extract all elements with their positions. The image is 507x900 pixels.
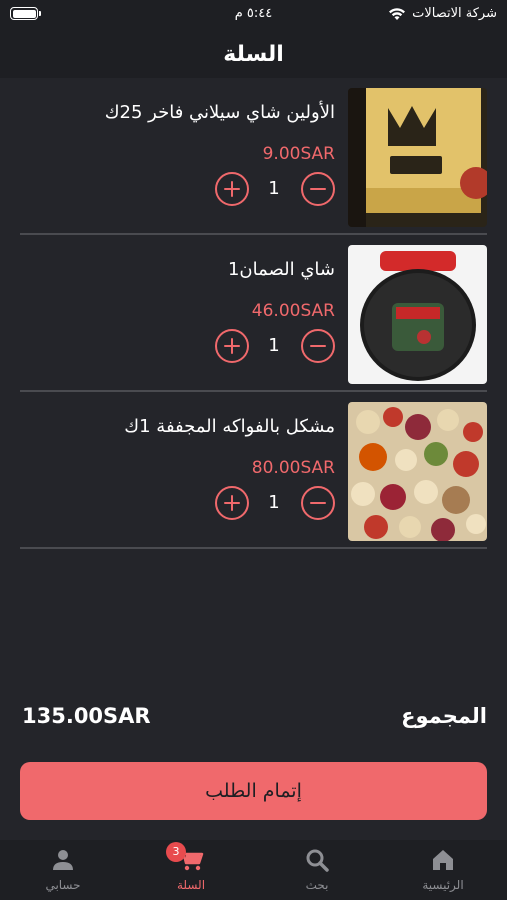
- item-price: 46.00SAR: [251, 301, 335, 321]
- minus-icon: [310, 187, 326, 191]
- cart-icon: 3: [166, 842, 204, 872]
- cart-item: الأولين شاي سيلاني فاخر 25ك 9.00SAR 1: [20, 78, 487, 235]
- quantity-value: 1: [268, 178, 280, 199]
- tab-label: حسابي: [45, 878, 81, 892]
- minus-icon: [310, 501, 326, 505]
- tea-jar-image[interactable]: [348, 245, 487, 384]
- cart-list: الأولين شاي سيلاني فاخر 25ك 9.00SAR 1 شا…: [0, 78, 507, 840]
- search-icon: [304, 848, 330, 872]
- checkout-button[interactable]: إتمام الطلب: [20, 762, 487, 820]
- quantity-stepper: 1: [215, 329, 335, 363]
- status-bar: ٥:٤٤ م شركة الاتصالات: [0, 0, 507, 30]
- increase-quantity-button[interactable]: [215, 172, 249, 206]
- item-price: 9.00SAR: [262, 144, 335, 164]
- dried-fruits-image[interactable]: [348, 402, 487, 541]
- home-icon: [430, 848, 456, 872]
- total-label: المجموع: [401, 704, 487, 728]
- quantity-stepper: 1: [215, 486, 335, 520]
- item-name: الأولين شاي سيلاني فاخر 25ك: [104, 102, 335, 123]
- item-price: 80.00SAR: [251, 458, 335, 478]
- cart-item: شاي الصمان1 46.00SAR 1: [20, 235, 487, 392]
- person-icon: [50, 848, 76, 872]
- cart-count-badge: 3: [166, 842, 186, 862]
- tea-box-image[interactable]: [348, 88, 487, 227]
- tab-home[interactable]: الرئيسية: [398, 846, 488, 898]
- minus-icon: [310, 344, 326, 348]
- wifi-icon: [389, 7, 406, 20]
- quantity-value: 1: [268, 335, 280, 356]
- decrease-quantity-button[interactable]: [301, 486, 335, 520]
- carrier-group: شركة الاتصالات: [388, 6, 497, 21]
- increase-quantity-button[interactable]: [215, 486, 249, 520]
- tab-account[interactable]: حسابي: [18, 846, 108, 898]
- decrease-quantity-button[interactable]: [301, 172, 335, 206]
- tab-label: السلة: [176, 878, 206, 892]
- quantity-value: 1: [268, 492, 280, 513]
- quantity-stepper: 1: [215, 172, 335, 206]
- tab-label: بحث: [305, 878, 329, 892]
- total-row: 135.00SAR المجموع: [22, 704, 487, 734]
- bottom-tab-bar: الرئيسية بحث 3 السلة حسابي: [0, 840, 507, 900]
- carrier-name: شركة الاتصالات: [412, 6, 497, 21]
- tab-search[interactable]: بحث: [272, 846, 362, 898]
- page-title: السلة: [0, 30, 507, 78]
- decrease-quantity-button[interactable]: [301, 329, 335, 363]
- item-name: مشكل بالفواكه المجففة 1ك: [124, 416, 335, 437]
- cart-item: مشكل بالفواكه المجففة 1ك 80.00SAR 1: [20, 392, 487, 549]
- increase-quantity-button[interactable]: [215, 329, 249, 363]
- tab-cart[interactable]: 3 السلة: [146, 842, 236, 898]
- tab-label: الرئيسية: [422, 878, 464, 892]
- total-value: 135.00SAR: [22, 704, 151, 728]
- item-name: شاي الصمان1: [227, 259, 335, 280]
